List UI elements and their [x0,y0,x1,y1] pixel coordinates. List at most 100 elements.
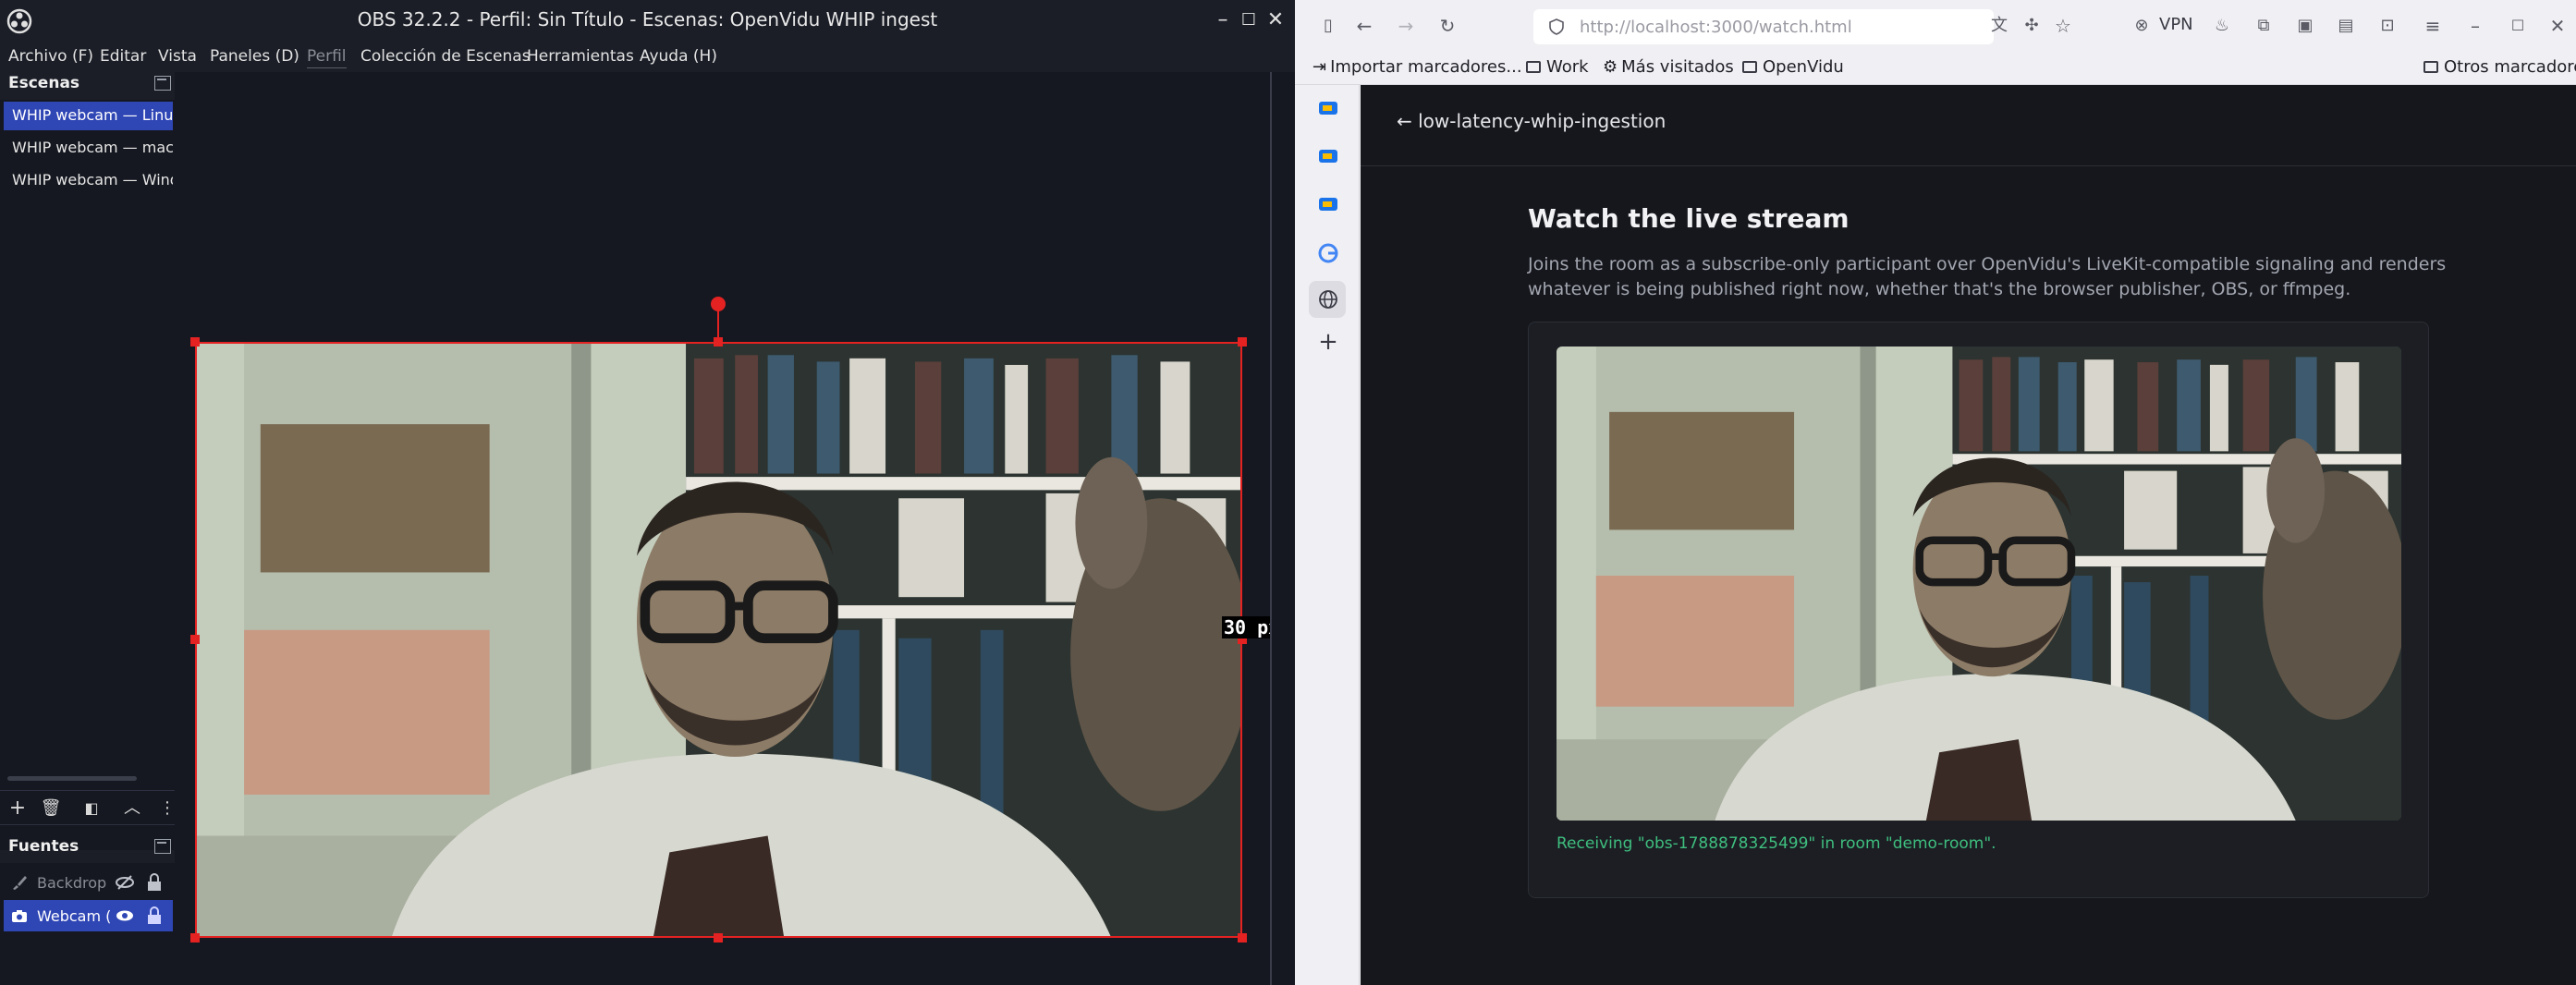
bookmark-other[interactable]: Otros marcadores [2423,57,2576,77]
source-item-webcam[interactable]: Webcam ( [4,900,173,931]
sources-list[interactable]: Backdrop Webcam ( [0,863,175,985]
source-name: Webcam ( [37,907,111,925]
scene-filters-button[interactable]: ◧ [79,797,104,821]
scenes-dock-header: Escenas [0,72,175,96]
pocket-icon[interactable]: ⊡ [2375,14,2399,38]
folder-icon [1526,61,1541,73]
bookmark-folder-openvidu[interactable]: OpenVidu [1742,57,1844,77]
sources-dock-title: Fuentes [8,837,79,856]
scenes-list[interactable]: WHIP webcam — Linux WHIP webcam — macOS … [0,100,175,850]
resize-handle[interactable] [1238,337,1247,347]
scene-item[interactable]: WHIP webcam — Linux [4,102,173,130]
shield-icon[interactable] [1548,18,1565,35]
page-title: Watch the live stream [1528,203,1850,234]
scenes-horizontal-scrollbar[interactable] [7,776,137,781]
vpn-label[interactable]: VPN [2159,15,2193,34]
remove-scene-button[interactable]: 🗑 [39,797,63,821]
google-icon[interactable] [1317,242,1339,264]
translate-icon[interactable]: 文 [1987,14,2011,38]
dock-float-icon[interactable] [154,76,171,91]
sidebar-toggle-icon[interactable]: ▯ [1316,14,1340,38]
maximize-button[interactable]: ☐ [2506,14,2530,38]
vpn-icon[interactable]: ⊗ [2130,14,2154,38]
menu-editar[interactable]: Editar [100,47,146,66]
messages-icon[interactable] [1317,194,1339,216]
messages-icon[interactable] [1317,146,1339,168]
source-item-backdrop[interactable]: Backdrop [4,867,173,898]
menu-ayuda[interactable]: Ayuda (H) [640,47,717,66]
obs-menubar: Archivo (F) Editar Vista Paneles (D) Per… [0,43,1295,72]
obs-docks: Escenas WHIP webcam — Linux WHIP webcam … [0,72,176,985]
obs-window: OBS 32.2.2 - Perfil: Sin Título - Escena… [0,0,1295,985]
close-button[interactable]: ✕ [2545,14,2570,38]
lock-icon[interactable] [146,906,163,926]
add-panel-icon[interactable]: + [1317,330,1339,354]
bookmark-import[interactable]: ⇥ Importar marcadores... [1312,57,1522,77]
lock-icon[interactable] [146,872,163,893]
brush-icon [13,876,27,890]
bookmark-most-visited[interactable]: ⚙ Más visitados [1603,57,1734,77]
obs-titlebar[interactable]: OBS 32.2.2 - Perfil: Sin Título - Escena… [0,0,1295,43]
more-options-icon[interactable]: ⋮ [159,797,176,821]
menu-paneles[interactable]: Paneles (D) [210,47,299,66]
add-scene-button[interactable]: + [6,797,30,821]
menu-coleccion-escenas[interactable]: Colección de Escenas [360,47,531,66]
browser-sidebar: + [1295,85,1360,985]
menu-vista[interactable]: Vista [158,47,197,66]
url-text[interactable]: http://localhost:3000/watch.html [1580,18,1852,37]
menu-herramientas[interactable]: Herramientas [527,47,634,66]
scene-item[interactable]: WHIP webcam — Windows [4,166,173,195]
container-icon[interactable]: ▣ [2293,14,2317,38]
page-description: Joins the room as a subscribe-only parti… [1528,254,2447,299]
url-bar[interactable]: http://localhost:3000/watch.html [1533,9,1994,44]
resize-handle[interactable] [714,337,723,347]
extensions-icon[interactable]: ⧉ [2252,14,2276,38]
status-text: Receiving "obs-1788878325499" in room "d… [1557,834,1996,853]
menu-icon[interactable]: ≡ [2421,14,2445,38]
bookmark-star-icon[interactable]: ☆ [2051,14,2075,38]
remote-video[interactable] [1557,347,2401,821]
messages-icon[interactable] [1317,98,1339,120]
webcam-image [195,342,1242,938]
menu-archivo[interactable]: Archivo (F) [8,47,93,66]
rotation-handle[interactable] [711,297,726,311]
resize-handle[interactable] [190,933,200,942]
eye-hidden-icon[interactable] [115,872,135,893]
folder-icon [1742,61,1757,73]
resize-handle[interactable] [190,337,200,347]
eye-icon[interactable] [115,906,135,926]
camera-icon [12,910,27,922]
extension-icon[interactable]: ✣ [2020,14,2044,38]
resize-handle[interactable] [190,635,200,644]
fire-icon[interactable]: ♨ [2210,14,2234,38]
minimize-button[interactable]: – [2463,14,2487,38]
source-name: Backdrop [37,874,107,892]
reload-icon[interactable]: ↻ [1435,14,1459,38]
page-header: ← low-latency-whip-ingestion [1361,85,2576,166]
resize-handle[interactable] [1238,933,1247,942]
move-scene-up-button[interactable]: ︿ [120,797,144,821]
folder-icon [2423,61,2438,73]
menu-perfil[interactable]: Perfil [307,47,347,68]
back-link[interactable]: ← low-latency-whip-ingestion [1397,110,1666,132]
obs-window-title: OBS 32.2.2 - Perfil: Sin Título - Escena… [357,8,938,30]
browser-toolbar: ▯ ← → ↻ http://localhost:3000/watch.html… [1295,0,2576,54]
tabs-icon[interactable]: ▤ [2334,14,2358,38]
bookmarks-bar: ⇥ Importar marcadores... Work ⚙ Más visita… [1295,54,2576,85]
player-card: Receiving "obs-1788878325499" in room "d… [1528,322,2429,898]
resize-handle[interactable] [714,933,723,942]
forward-icon[interactable]: → [1394,14,1418,38]
close-button[interactable]: ✕ [1264,7,1288,33]
scene-item[interactable]: WHIP webcam — macOS [4,134,173,163]
back-icon[interactable]: ← [1352,14,1376,38]
globe-icon[interactable] [1317,288,1339,310]
dock-float-icon[interactable] [154,839,171,854]
minimize-button[interactable]: – [1211,7,1235,33]
maximize-button[interactable]: ☐ [1237,7,1261,33]
webcam-preview[interactable] [195,342,1242,938]
bookmark-folder-work[interactable]: Work [1526,57,1589,77]
obs-right-panel-edge [1272,72,1295,985]
scenes-dock-title: Escenas [8,74,80,92]
page-content: ← low-latency-whip-ingestion Watch the l… [1361,85,2576,985]
video-frame [1557,347,2401,821]
